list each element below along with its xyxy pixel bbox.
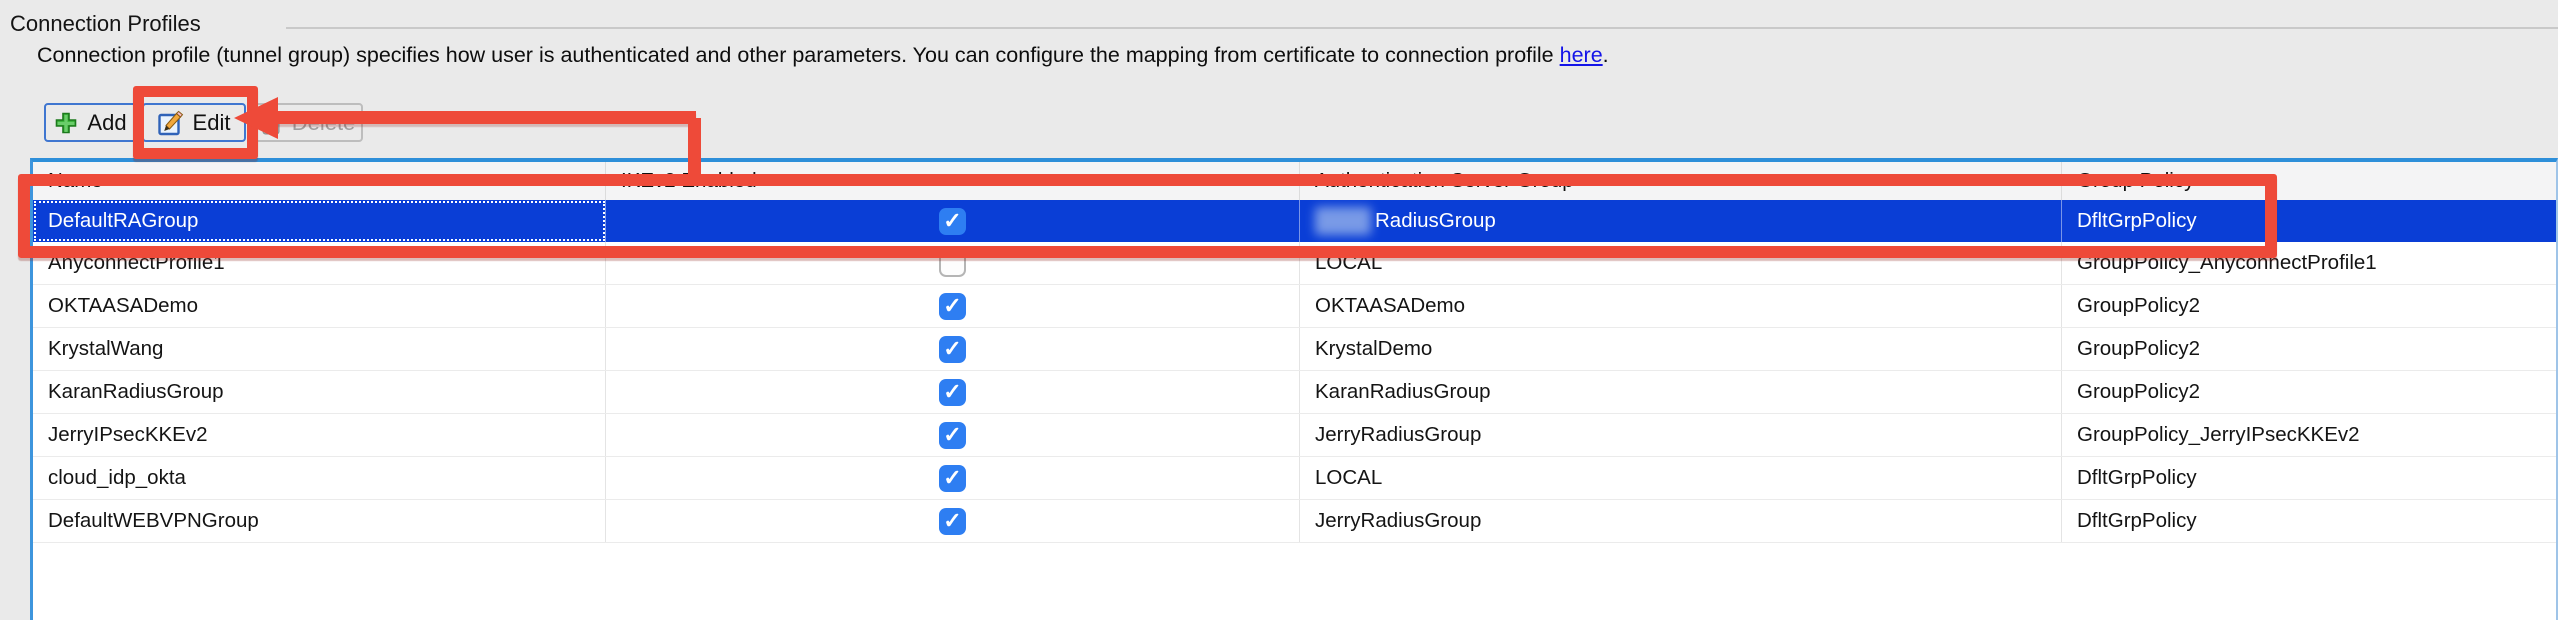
table-row[interactable]: OKTAASADemo OKTAASADemo GroupPolicy2 bbox=[33, 285, 2556, 328]
auth-server-group-text: OKTAASADemo bbox=[1315, 294, 1465, 318]
cell-auth-server-group[interactable]: JerryRadiusGroup bbox=[1300, 414, 2062, 456]
groupbox-divider bbox=[286, 27, 2558, 29]
auth-server-group-text: KrystalDemo bbox=[1315, 337, 1432, 361]
cell-ikev2-enabled bbox=[606, 414, 1300, 456]
cell-auth-server-group[interactable]: JerryRadiusGroup bbox=[1300, 500, 2062, 542]
cell-name[interactable]: JerryIPsecKKEv2 bbox=[33, 414, 606, 456]
annotation-arrow-vertical bbox=[688, 118, 701, 180]
ikev2-checkbox-checked[interactable] bbox=[939, 508, 966, 535]
table-row[interactable]: cloud_idp_okta LOCAL DfltGrpPolicy bbox=[33, 457, 2556, 500]
ikev2-checkbox-checked[interactable] bbox=[939, 293, 966, 320]
description-before: Connection profile (tunnel group) specif… bbox=[37, 43, 1560, 67]
cell-auth-server-group[interactable]: OKTAASADemo bbox=[1300, 285, 2062, 327]
cell-ikev2-enabled bbox=[606, 371, 1300, 413]
cell-group-policy[interactable]: GroupPolicy2 bbox=[2062, 285, 2556, 327]
annotation-arrow-shaft bbox=[272, 111, 696, 124]
cell-auth-server-group[interactable]: KrystalDemo bbox=[1300, 328, 2062, 370]
ikev2-checkbox-checked[interactable] bbox=[939, 379, 966, 406]
add-button[interactable]: Add bbox=[44, 103, 137, 142]
table-row[interactable]: KaranRadiusGroup KaranRadiusGroup GroupPol… bbox=[33, 371, 2556, 414]
here-link[interactable]: here bbox=[1560, 43, 1603, 67]
table-row[interactable]: KrystalWang KrystalDemo GroupPolicy2 bbox=[33, 328, 2556, 371]
cell-group-policy[interactable]: DfltGrpPolicy bbox=[2062, 457, 2556, 499]
description-text: Connection profile (tunnel group) specif… bbox=[37, 43, 1609, 68]
cell-name[interactable]: DefaultWEBVPNGroup bbox=[33, 500, 606, 542]
add-button-label: Add bbox=[87, 110, 126, 136]
auth-server-group-text: JerryRadiusGroup bbox=[1315, 423, 1481, 447]
cell-auth-server-group[interactable]: KaranRadiusGroup bbox=[1300, 371, 2062, 413]
cell-name[interactable]: KaranRadiusGroup bbox=[33, 371, 606, 413]
ikev2-checkbox-checked[interactable] bbox=[939, 422, 966, 449]
cell-ikev2-enabled bbox=[606, 285, 1300, 327]
auth-server-group-text: KaranRadiusGroup bbox=[1315, 380, 1491, 404]
table-row[interactable]: DefaultWEBVPNGroup JerryRadiusGroup DfltGr… bbox=[33, 500, 2556, 543]
cell-group-policy[interactable]: GroupPolicy2 bbox=[2062, 371, 2556, 413]
cell-group-policy[interactable]: GroupPolicy_JerryIPsecKKEv2 bbox=[2062, 414, 2556, 456]
auth-server-group-text: JerryRadiusGroup bbox=[1315, 509, 1481, 533]
ikev2-checkbox-checked[interactable] bbox=[939, 465, 966, 492]
auth-server-group-text: LOCAL bbox=[1315, 466, 1382, 490]
table-row[interactable]: JerryIPsecKKEv2 JerryRadiusGroup GroupPoli… bbox=[33, 414, 2556, 457]
cell-name[interactable]: KrystalWang bbox=[33, 328, 606, 370]
selected-row-highlight-box bbox=[18, 174, 2277, 258]
cell-name[interactable]: OKTAASADemo bbox=[33, 285, 606, 327]
cell-group-policy[interactable]: GroupPolicy2 bbox=[2062, 328, 2556, 370]
cell-name[interactable]: cloud_idp_okta bbox=[33, 457, 606, 499]
cell-ikev2-enabled bbox=[606, 500, 1300, 542]
annotation-arrow-head bbox=[234, 97, 278, 139]
cell-ikev2-enabled bbox=[606, 457, 1300, 499]
plus-icon bbox=[54, 111, 78, 135]
cell-group-policy[interactable]: DfltGrpPolicy bbox=[2062, 500, 2556, 542]
page-title: Connection Profiles bbox=[10, 11, 201, 37]
ikev2-checkbox-checked[interactable] bbox=[939, 336, 966, 363]
cell-auth-server-group[interactable]: LOCAL bbox=[1300, 457, 2062, 499]
description-after: . bbox=[1603, 43, 1609, 67]
cell-ikev2-enabled bbox=[606, 328, 1300, 370]
